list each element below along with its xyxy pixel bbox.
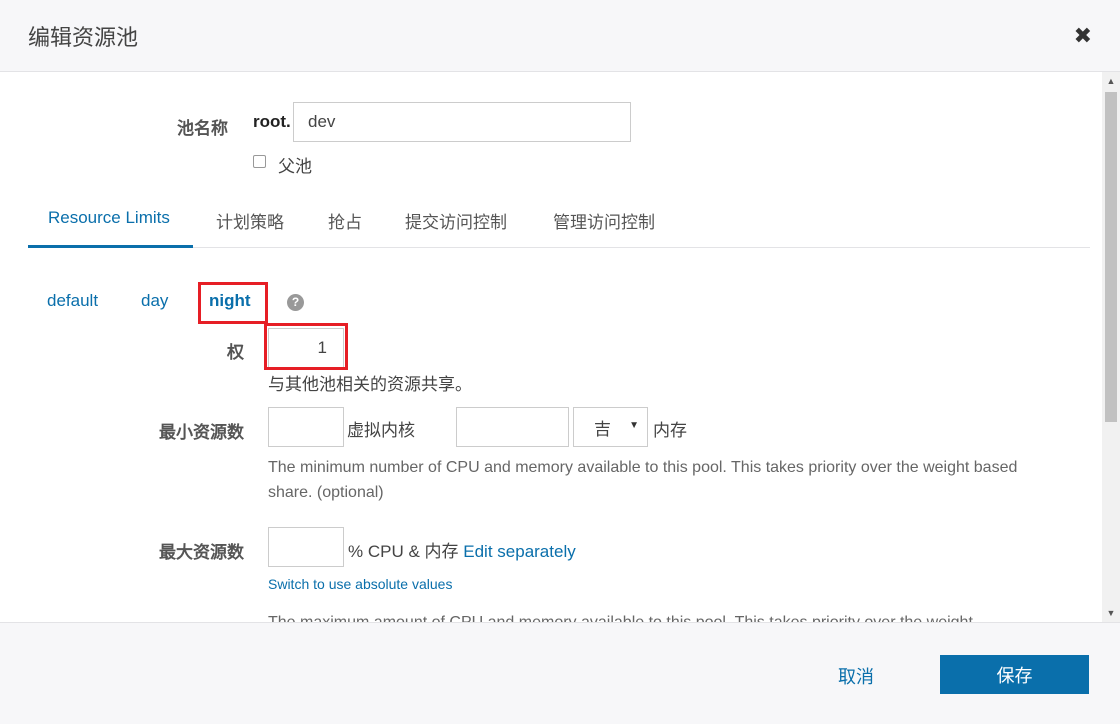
dialog-footer: 取消 保存 (0, 622, 1120, 724)
tab-submit-acl[interactable]: 提交访问控制 (405, 208, 507, 248)
cancel-button[interactable]: 取消 (838, 663, 874, 689)
pool-name-label: 池名称 (177, 119, 228, 138)
max-resources-label: 最大资源数 (159, 543, 244, 562)
memory-unit-select[interactable]: 吉 ▼ (573, 407, 648, 447)
pool-name-value: dev (308, 112, 336, 131)
dialog-body: 池名称 root. dev 父池 Resource Limits 计划策略 抢占… (0, 72, 1102, 622)
memory-unit-value: 吉 (594, 419, 611, 439)
min-resources-label: 最小资源数 (159, 423, 244, 442)
min-vcores-unit: 虚拟内核 (347, 421, 415, 440)
scrollbar-thumb[interactable] (1105, 92, 1117, 422)
min-resources-help: The minimum number of CPU and memory ava… (268, 459, 1018, 501)
tab-admin-acl[interactable]: 管理访问控制 (553, 208, 655, 248)
tab-scheduling-policy[interactable]: 计划策略 (216, 208, 284, 248)
weight-label: 权 (227, 343, 244, 362)
min-vcores-input[interactable] (268, 407, 344, 447)
tab-resource-limits[interactable]: Resource Limits (28, 208, 193, 248)
question-circle-icon[interactable]: ? (287, 294, 304, 311)
parent-pool-label: 父池 (278, 157, 312, 176)
scroll-up-icon[interactable]: ▲ (1102, 72, 1120, 90)
switch-absolute-link[interactable]: Switch to use absolute values (268, 576, 452, 592)
chevron-down-icon: ▼ (629, 420, 639, 431)
edit-pool-dialog: 编辑资源池 ✖ 池名称 root. dev 父池 Resource Limits… (0, 0, 1120, 724)
dialog-title: 编辑资源池 (28, 25, 139, 50)
close-icon[interactable]: ✖ (1074, 24, 1092, 48)
min-memory-label: 内存 (653, 421, 687, 440)
max-unit-text: % CPU & 内存 Edit separately (348, 542, 576, 561)
max-percent-input[interactable] (268, 527, 344, 567)
highlight-box-weight (264, 323, 348, 370)
max-resources-help: The maximum amount of CPU and memory ava… (268, 610, 1048, 622)
pool-name-prefix: root. (253, 112, 291, 131)
edit-separately-link[interactable]: Edit separately (463, 542, 575, 561)
save-button[interactable]: 保存 (940, 655, 1089, 694)
min-memory-input[interactable] (456, 407, 569, 447)
schedule-day[interactable]: day (141, 291, 168, 311)
pool-name-input[interactable]: dev (293, 102, 631, 142)
weight-help: 与其他池相关的资源共享。 (268, 375, 472, 394)
vertical-scrollbar[interactable]: ▲ ▼ (1102, 72, 1120, 622)
dialog-header: 编辑资源池 ✖ (0, 0, 1120, 72)
scroll-down-icon[interactable]: ▼ (1102, 604, 1120, 622)
tab-preemption[interactable]: 抢占 (328, 208, 362, 248)
tab-bar: Resource Limits 计划策略 抢占 提交访问控制 管理访问控制 (28, 202, 1090, 248)
highlight-box-night (198, 282, 268, 324)
schedule-default[interactable]: default (47, 291, 98, 311)
parent-pool-checkbox[interactable] (253, 155, 266, 168)
